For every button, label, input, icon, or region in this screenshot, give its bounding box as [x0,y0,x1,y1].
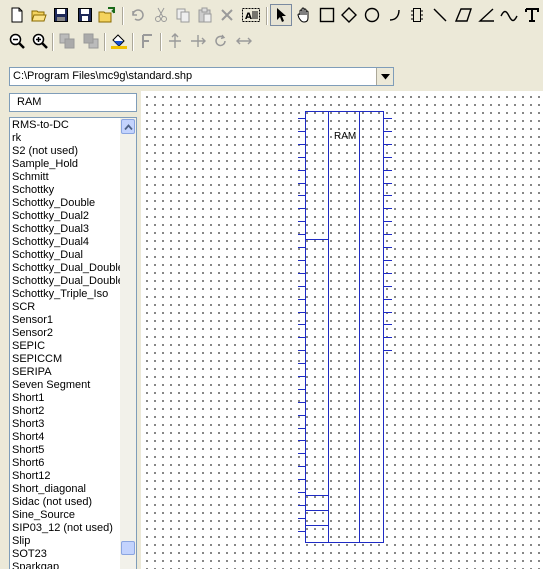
new-icon[interactable] [6,4,28,26]
save-icon[interactable] [50,4,72,26]
shape-list-item[interactable]: Short2 [12,405,120,418]
pan-icon[interactable] [293,4,315,26]
send-back-icon[interactable] [80,30,102,52]
shape-list-item[interactable]: Schmitt [12,171,120,184]
shape-list-item[interactable]: SEPIC [12,340,120,353]
polygon-icon[interactable] [452,4,474,26]
sine-icon[interactable] [498,4,520,26]
scroll-thumb[interactable] [121,541,135,555]
shape-list-item[interactable]: SOT23 [12,548,120,561]
fill-icon[interactable] [108,30,130,52]
drawing-canvas[interactable]: RAM [141,91,543,569]
shape-list-item[interactable]: Slip [12,535,120,548]
toolbar-separator [104,33,106,51]
shape-outline [305,111,384,543]
chevron-down-icon [380,73,390,79]
shape-list-item[interactable]: rk [12,132,120,145]
cut-icon[interactable] [150,4,172,26]
zoom-out-icon[interactable] [6,30,28,52]
shape-list-item[interactable]: Short12 [12,470,120,483]
shape-list-item[interactable]: Seven Segment [12,379,120,392]
ram-shape[interactable] [141,91,543,569]
shape-library-dropdown[interactable]: C:\Program Files\mc9g\standard.shp [9,67,394,86]
shape-list-item[interactable]: SIP03_12 (not used) [12,522,120,535]
shape-list-item[interactable]: Short6 [12,457,120,470]
shape-list-item[interactable]: Short_diagonal [12,483,120,496]
dropdown-button[interactable] [376,68,393,85]
polyline-icon[interactable] [475,4,497,26]
toolbar-separator [266,7,268,25]
shape-list-item[interactable]: SEPICCM [12,353,120,366]
rotate-icon[interactable] [210,30,232,52]
undo-icon[interactable] [126,4,148,26]
shape-list-items: RMS-to-DC rk S2 (not used) Sample_Hold Schmi… [12,119,120,569]
paste-icon[interactable] [194,4,216,26]
shape-library-path: C:\Program Files\mc9g\standard.shp [13,70,193,82]
zoom-in-icon[interactable] [29,30,51,52]
import-icon[interactable] [96,4,118,26]
text-icon[interactable] [521,4,543,26]
shape-list-item[interactable]: S2 (not used) [12,145,120,158]
bring-front-icon[interactable] [56,30,78,52]
shape-list-item[interactable]: Sensor1 [12,314,120,327]
open-icon[interactable] [28,4,50,26]
shape-list-item[interactable]: Sine_Source [12,509,120,522]
pointer-icon[interactable] [270,4,292,26]
shape-list-item[interactable]: Schottky_Dual_Double [12,275,120,288]
shape-list-item[interactable]: Short4 [12,431,120,444]
chevron-up-icon [123,123,133,130]
save-all-icon[interactable] [74,4,96,26]
shape-list-item[interactable]: SCR [12,301,120,314]
right-pins [384,118,392,351]
shape-list-item[interactable]: Schottky_Triple_Iso [12,288,120,301]
shape-list-item[interactable]: RMS-to-DC [12,119,120,132]
flip-horizontal-icon[interactable] [187,30,209,52]
shape-list-item[interactable]: Schottky_Dual3 [12,223,120,236]
rectangle-icon[interactable] [316,4,338,26]
shape-list[interactable]: RMS-to-DC rk S2 (not used) Sample_Hold Schmi… [9,117,137,569]
shape-search-input[interactable]: RAM [9,93,137,112]
shape-list-item[interactable]: Schottky_Double [12,197,120,210]
select-all-icon[interactable]: A [240,4,262,26]
toolbar-separator [122,7,124,25]
line-icon[interactable] [429,4,451,26]
shape-list-item[interactable]: Sensor2 [12,327,120,340]
block-icon[interactable] [406,4,428,26]
shape-list-item[interactable]: Schottky_Dual_Double [12,262,120,275]
shape-list-item[interactable]: Sidac (not used) [12,496,120,509]
toolbar-separator [52,33,54,51]
shape-list-item[interactable]: Sparkgap [12,561,120,569]
mirror-icon[interactable] [233,30,255,52]
toolbar-separator [160,33,162,51]
shape-search-value: RAM [17,96,42,108]
toolbar-separator [132,33,134,51]
copy-icon[interactable] [172,4,194,26]
shape-list-item[interactable]: Short3 [12,418,120,431]
scroll-up-button[interactable] [121,119,135,134]
svg-text:A: A [245,12,252,22]
flip-vertical-icon[interactable] [164,30,186,52]
shape-list-item[interactable]: SERIPA [12,366,120,379]
shape-list-item[interactable]: Schottky_Dual [12,249,120,262]
main-toolbar: A [0,4,543,32]
shape-label: RAM [334,131,357,142]
shape-list-item[interactable]: Short5 [12,444,120,457]
list-scrollbar[interactable] [120,118,136,569]
delete-icon[interactable] [216,4,238,26]
format-toolbar [0,30,543,58]
shape-list-item[interactable]: Short1 [12,392,120,405]
shape-list-item[interactable]: Schottky [12,184,120,197]
diamond-icon[interactable] [338,4,360,26]
arc-icon[interactable] [384,4,406,26]
shape-list-item[interactable]: Schottky_Dual2 [12,210,120,223]
font-icon[interactable] [136,30,158,52]
shape-list-item[interactable]: Sample_Hold [12,158,120,171]
ellipse-icon[interactable] [361,4,383,26]
shape-list-item[interactable]: Schottky_Dual4 [12,236,120,249]
left-pins [298,118,305,532]
